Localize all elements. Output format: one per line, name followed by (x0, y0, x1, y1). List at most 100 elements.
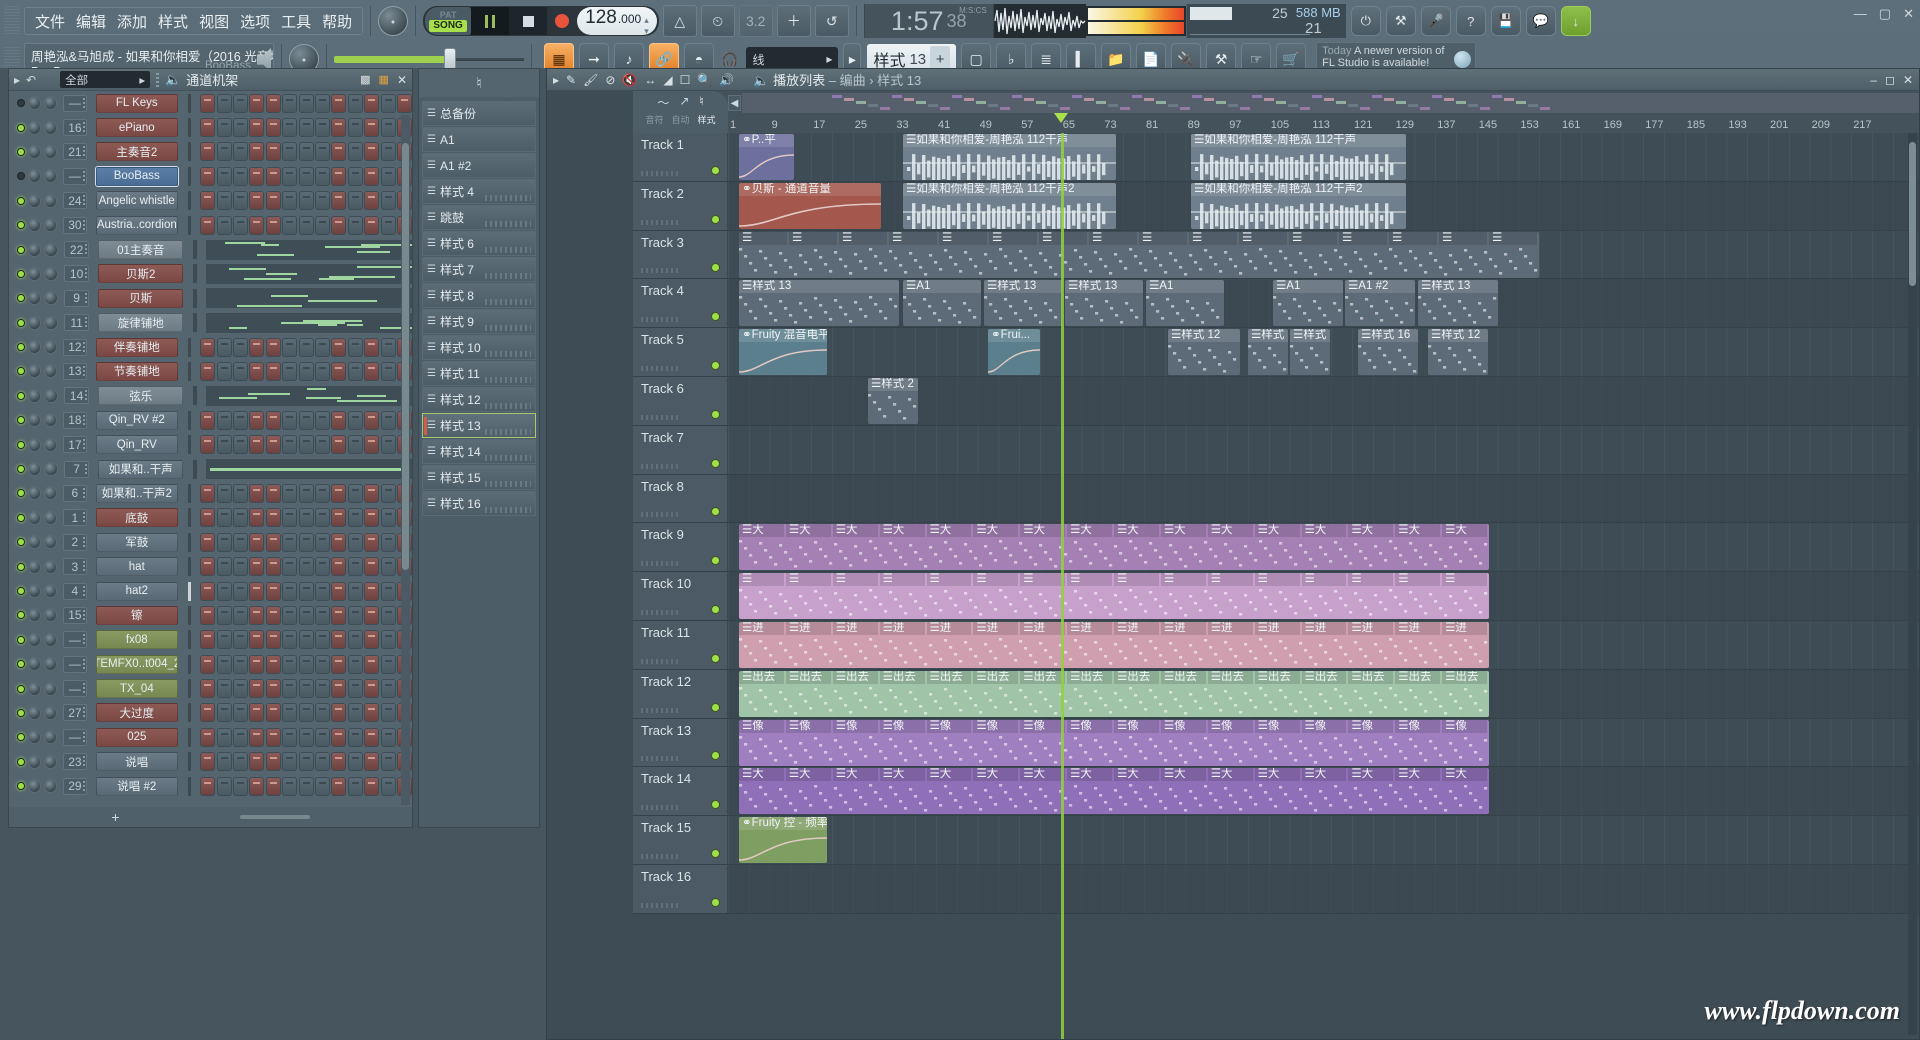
channel-volume-knob[interactable] (44, 633, 57, 647)
step-button[interactable] (266, 606, 281, 625)
step-button[interactable] (233, 508, 248, 527)
ruler-back-button[interactable]: ◀ (728, 95, 741, 111)
graph-editor-icon[interactable]: ▩ (360, 73, 370, 86)
step-button[interactable] (282, 484, 297, 503)
playlist-ruler[interactable]: ◀ 1 9 17 25 33 41 49 57 65 73 81 89 97 105 113 121 129 13… (728, 91, 1919, 133)
step-button[interactable] (315, 679, 330, 698)
step-button[interactable] (381, 191, 396, 210)
channel-volume-knob[interactable] (44, 438, 57, 452)
channel-volume-knob[interactable] (44, 706, 57, 720)
step-button[interactable] (299, 508, 314, 527)
channel-mixer-number[interactable]: 17 (63, 436, 87, 453)
slice-icon[interactable]: ◢ (663, 73, 672, 87)
channel-row[interactable]: 23 说唱 (9, 750, 412, 774)
plugin-icon[interactable]: ⚒ (1386, 6, 1416, 36)
step-button[interactable] (381, 142, 396, 161)
step-button[interactable] (233, 362, 248, 381)
channel-volume-knob[interactable] (44, 194, 57, 208)
channel-row[interactable]: 27 大过度 (9, 701, 412, 725)
step-button[interactable] (282, 679, 297, 698)
step-button[interactable] (381, 508, 396, 527)
step-button[interactable] (331, 582, 346, 601)
step-button[interactable] (315, 118, 330, 137)
step-button[interactable] (266, 167, 281, 186)
step-button[interactable] (233, 118, 248, 137)
download-icon[interactable]: ↓ (1561, 6, 1591, 36)
channel-pan-knob[interactable] (28, 340, 41, 354)
step-button[interactable] (315, 167, 330, 186)
step-button[interactable] (348, 362, 363, 381)
step-button[interactable] (364, 484, 379, 503)
step-button[interactable] (233, 630, 248, 649)
step-button[interactable] (200, 533, 215, 552)
step-button[interactable] (331, 703, 346, 722)
track-header[interactable]: Track 10 (633, 572, 728, 620)
playlist-clip[interactable]: ☰大 ☰大 ☰大 ☰大 ☰大 ☰大 ☰大 ☰大 ☰大 ☰大 ☰大 ☰大 ☰大 ☰大 ☰大 ☰大 (739, 768, 1489, 814)
track-clip-area[interactable]: ☰ ☰ ☰ ☰ ☰ ☰ ☰ ☰ ☰ ☰ ☰ ☰ ☰ ☰ ☰ ☰ (728, 231, 1919, 279)
channel-name-button[interactable]: 025 (96, 728, 178, 747)
step-button[interactable] (364, 777, 379, 796)
step-button[interactable] (266, 777, 281, 796)
step-button[interactable] (249, 94, 264, 113)
channel-volume-knob[interactable] (44, 96, 57, 110)
channel-volume-knob[interactable] (44, 169, 57, 183)
channel-pan-knob[interactable] (28, 364, 41, 378)
channel-row[interactable]: — FL Keys (9, 91, 412, 115)
step-button[interactable] (233, 435, 248, 454)
step-button[interactable] (282, 752, 297, 771)
step-button[interactable] (217, 508, 232, 527)
channel-pan-knob[interactable] (28, 779, 41, 793)
step-button[interactable] (299, 703, 314, 722)
channel-led[interactable] (17, 709, 25, 717)
step-button[interactable] (331, 484, 346, 503)
track-clip-area[interactable]: ⚭P..平 ☰如果和你相爱-周艳泓 112干声 ☰如果和你相爱-周艳泓 112干声 (728, 133, 1919, 181)
step-button[interactable] (282, 703, 297, 722)
step-button[interactable] (381, 118, 396, 137)
menu-item-view[interactable]: 视图 (199, 11, 229, 32)
channel-name-button[interactable]: 弦乐 (98, 386, 183, 405)
channel-mixer-number[interactable]: — (63, 631, 87, 648)
step-button[interactable] (381, 338, 396, 357)
step-button[interactable] (233, 777, 248, 796)
step-button[interactable] (381, 777, 396, 796)
channel-pan-knob[interactable] (28, 96, 41, 110)
track-enable-led[interactable] (711, 507, 720, 516)
pattern-item[interactable]: ☰ 样式 12 (422, 387, 536, 412)
track-clip-area[interactable]: ☰进 ☰进 ☰进 ☰进 ☰进 ☰进 ☰进 ☰进 ☰进 ☰进 ☰进 ☰进 ☰进 ☰进 ☰进 ☰进 (728, 621, 1919, 669)
channel-pan-knob[interactable] (28, 243, 42, 257)
channel-volume-knob[interactable] (44, 584, 57, 598)
channel-mixer-number[interactable]: 23 (63, 753, 87, 770)
channel-led[interactable] (17, 563, 25, 571)
channel-pan-knob[interactable] (28, 218, 41, 232)
track-enable-led[interactable] (711, 361, 720, 370)
step-button[interactable] (217, 338, 232, 357)
tempo-spinner-icon[interactable]: ▴ ▾ (644, 15, 649, 37)
step-button[interactable] (381, 557, 396, 576)
step-button[interactable] (266, 411, 281, 430)
channel-name-button[interactable]: BooBass (96, 167, 178, 186)
toolbar-grip[interactable] (4, 6, 20, 36)
channel-name-button[interactable]: 贝斯 (98, 289, 183, 308)
step-button[interactable] (315, 557, 330, 576)
step-button[interactable] (266, 557, 281, 576)
step-button[interactable] (249, 142, 264, 161)
step-button[interactable] (282, 508, 297, 527)
channel-volume-knob[interactable] (44, 755, 57, 769)
channel-mixer-number[interactable]: — (63, 680, 87, 697)
step-button[interactable] (249, 777, 264, 796)
channel-name-button[interactable]: 说唱 #2 (96, 777, 178, 796)
wait-for-input-icon[interactable]: ⏲ (701, 5, 735, 37)
step-button[interactable] (266, 752, 281, 771)
channel-row[interactable]: 24 Angelic whistle (9, 189, 412, 213)
step-button[interactable] (249, 679, 264, 698)
step-button[interactable] (249, 508, 264, 527)
playlist-clip[interactable]: ☰像 ☰像 ☰像 ☰像 ☰像 ☰像 ☰像 ☰像 ☰像 ☰像 ☰像 ☰像 ☰像 ☰像 ☰像 ☰像 (739, 720, 1489, 766)
mode-tab-pattern-label[interactable]: 样式 (698, 113, 716, 126)
step-button[interactable] (299, 118, 314, 137)
step-button[interactable] (266, 216, 281, 235)
step-button[interactable] (381, 435, 396, 454)
step-button[interactable] (200, 606, 215, 625)
step-button[interactable] (233, 752, 248, 771)
pattern-item[interactable]: ☰ 总备份 (422, 101, 536, 126)
step-button[interactable] (364, 582, 379, 601)
